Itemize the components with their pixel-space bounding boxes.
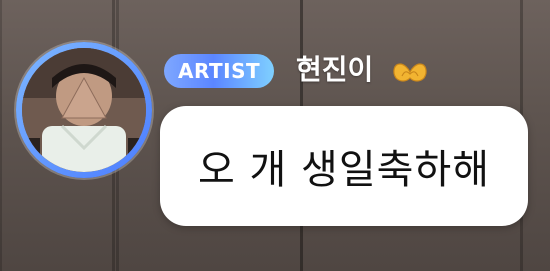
avatar-photo	[22, 48, 146, 172]
heart-hands-icon	[390, 56, 430, 84]
artist-badge: ARTIST	[164, 54, 275, 88]
message-bubble[interactable]: 오 개 생일축하해	[160, 106, 528, 226]
avatar[interactable]	[22, 48, 146, 172]
sender-name[interactable]: 현진이	[296, 52, 373, 88]
message-text: 오 개 생일축하해	[197, 147, 491, 193]
